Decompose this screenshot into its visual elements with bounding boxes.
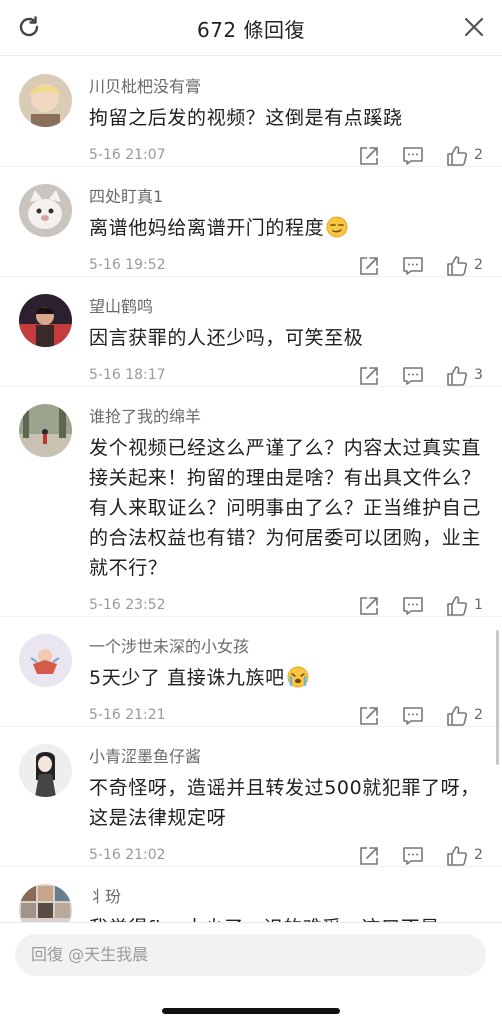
comment-text: 发个视频已经这么严谨了么？内容太过真实直接关起来！拘留的理由是啥？有出具文件么？… <box>89 437 482 579</box>
comment-text: 拘留之后发的视频？这倒是有点蹊跷 <box>89 107 403 129</box>
like-count: 3 <box>474 367 483 383</box>
comment-text: 5天少了 直接诛九族吧 <box>89 663 484 693</box>
smirk-emoji-icon <box>326 216 348 238</box>
comment-item: 四处盯真1 离谱他妈给离谱开门的程度 5-16 19:52 2 <box>0 167 502 277</box>
like-count: 2 <box>474 707 483 723</box>
comment-item: 望山鹤鸣 因言获罪的人还少吗，可笑至极 5-16 18:17 3 <box>0 277 502 387</box>
like-icon[interactable] <box>446 255 468 277</box>
crying-emoji-icon <box>287 666 309 688</box>
avatar[interactable] <box>19 884 72 923</box>
comment-username[interactable]: 川贝枇杷没有膏 <box>89 57 484 97</box>
comment-time: 5-16 21:07 <box>89 147 166 163</box>
comment-item: 丬玢 我觉得five太少了，识的难受，这口不是 <box>0 867 502 923</box>
page-title: 672 條回復 <box>196 18 306 42</box>
comment-icon[interactable] <box>402 845 424 867</box>
comment-text: 不奇怪呀，造谣并且转发过500就犯罪了呀，这是法律规定呀 <box>89 777 480 829</box>
scrollbar[interactable] <box>496 630 499 765</box>
avatar[interactable] <box>19 404 72 457</box>
reply-bar: 回復 @天生我晨 <box>0 922 502 1024</box>
comment-text: 因言获罪的人还少吗，可笑至极 <box>89 327 364 349</box>
comment-text: 离谱他妈给离谱开门的程度 <box>89 213 484 243</box>
comment-time: 5-16 18:17 <box>89 367 166 383</box>
comment-time: 5-16 21:21 <box>89 707 166 723</box>
comment-icon[interactable] <box>402 595 424 617</box>
comment-icon[interactable] <box>402 255 424 277</box>
comment-text-body: 5天少了 直接诛九族吧 <box>89 667 285 689</box>
comment-username[interactable]: 四处盯真1 <box>89 167 484 207</box>
comment-time: 5-16 21:02 <box>89 847 166 863</box>
share-icon[interactable] <box>358 255 380 277</box>
comment-list[interactable]: 川贝枇杷没有膏 拘留之后发的视频？这倒是有点蹊跷 5-16 21:07 2 四处… <box>0 57 502 923</box>
comment-icon[interactable] <box>402 705 424 727</box>
comment-item: 川贝枇杷没有膏 拘留之后发的视频？这倒是有点蹊跷 5-16 21:07 2 <box>0 57 502 167</box>
comment-time: 5-16 19:52 <box>89 257 166 273</box>
comment-icon[interactable] <box>402 145 424 167</box>
home-indicator[interactable] <box>162 1008 340 1014</box>
avatar[interactable] <box>19 184 72 237</box>
comment-text-body: 离谱他妈给离谱开门的程度 <box>89 217 325 239</box>
like-icon[interactable] <box>446 845 468 867</box>
share-icon[interactable] <box>358 845 380 867</box>
share-icon[interactable] <box>358 145 380 167</box>
comment-item: 小青涩墨鱼仔酱 不奇怪呀，造谣并且转发过500就犯罪了呀，这是法律规定呀 5-1… <box>0 727 502 867</box>
like-icon[interactable] <box>446 365 468 387</box>
like-count: 2 <box>474 147 483 163</box>
like-icon[interactable] <box>446 705 468 727</box>
like-icon[interactable] <box>446 595 468 617</box>
header: 672 條回復 <box>0 0 502 56</box>
like-count: 2 <box>474 257 483 273</box>
comment-time: 5-16 23:52 <box>89 597 166 613</box>
share-icon[interactable] <box>358 595 380 617</box>
like-count: 2 <box>474 847 483 863</box>
comment-item: 一个涉世未深的小女孩 5天少了 直接诛九族吧 5-16 21:21 2 <box>0 617 502 727</box>
comment-username[interactable]: 小青涩墨鱼仔酱 <box>89 727 484 767</box>
comment-username[interactable]: 一个涉世未深的小女孩 <box>89 617 484 657</box>
comment-item: 谁抢了我的绵羊 发个视频已经这么严谨了么？内容太过真实直接关起来！拘留的理由是啥… <box>0 387 502 617</box>
close-icon[interactable] <box>462 15 486 39</box>
comment-icon[interactable] <box>402 365 424 387</box>
like-count: 1 <box>474 597 483 613</box>
avatar[interactable] <box>19 294 72 347</box>
comment-username[interactable]: 谁抢了我的绵羊 <box>89 387 484 427</box>
avatar[interactable] <box>19 744 72 797</box>
reply-input[interactable]: 回復 @天生我晨 <box>15 934 486 976</box>
share-icon[interactable] <box>358 365 380 387</box>
avatar[interactable] <box>19 634 72 687</box>
comment-username[interactable]: 望山鹤鸣 <box>89 277 484 317</box>
like-icon[interactable] <box>446 145 468 167</box>
share-icon[interactable] <box>358 705 380 727</box>
avatar[interactable] <box>19 74 72 127</box>
comment-username[interactable]: 丬玢 <box>89 867 484 907</box>
